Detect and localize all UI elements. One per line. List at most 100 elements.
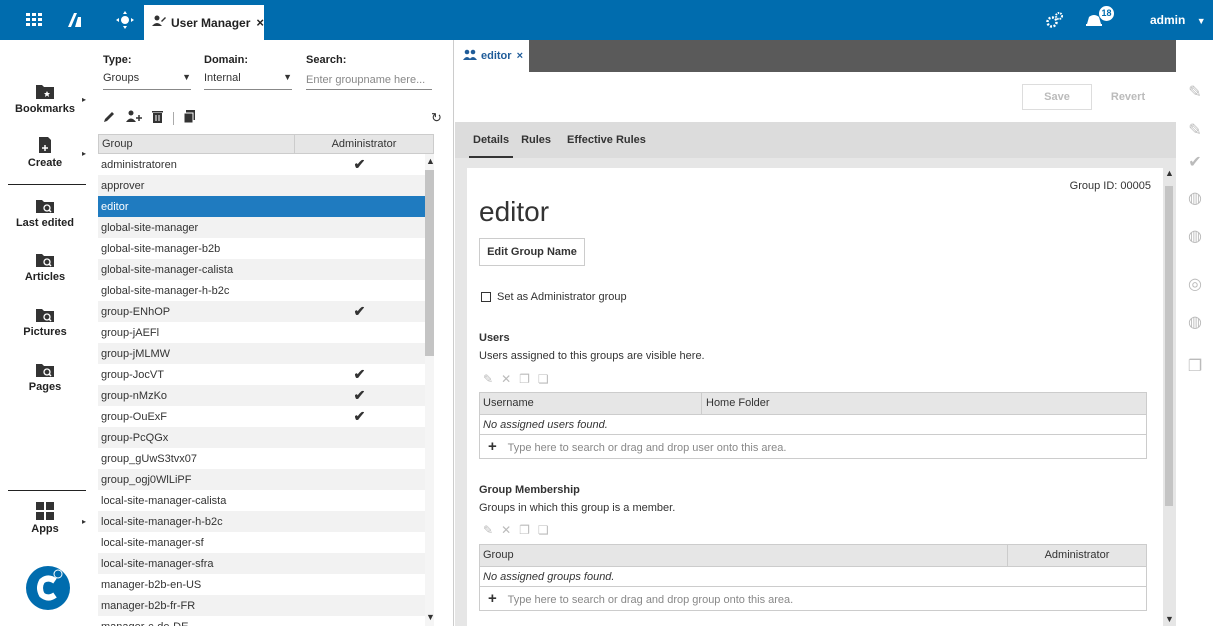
table-row[interactable]: local-site-manager-sf bbox=[98, 532, 425, 553]
copy-icon[interactable]: ❐ bbox=[1186, 356, 1204, 375]
username-column-header[interactable]: Username bbox=[480, 393, 702, 414]
notification-count-badge: 18 bbox=[1099, 6, 1114, 21]
edit-pencil-icon[interactable]: ✎ bbox=[483, 372, 493, 386]
nav-last-edited[interactable]: Last edited bbox=[0, 198, 90, 229]
table-row[interactable]: group-jAEFl bbox=[98, 322, 425, 343]
tab-details[interactable]: Details bbox=[469, 122, 514, 158]
search-label: Search: bbox=[306, 54, 347, 66]
tab-effective-rules[interactable]: Effective Rules bbox=[559, 122, 654, 158]
table-row[interactable]: group-PcQGx bbox=[98, 427, 425, 448]
table-row[interactable]: local-site-manager-sfra bbox=[98, 553, 425, 574]
administrator-column-header[interactable]: Administrator bbox=[1008, 545, 1146, 566]
table-row[interactable]: group-OuExF ✔ bbox=[98, 406, 425, 427]
group-table-header: Group Administrator bbox=[98, 134, 434, 154]
membership-drop-area[interactable]: + Type here to search or drag and drop g… bbox=[480, 586, 1146, 610]
table-row[interactable]: approver bbox=[98, 175, 425, 196]
globe-withdraw-icon[interactable]: ◍ bbox=[1186, 312, 1204, 331]
group-name-cell: editor bbox=[101, 200, 129, 213]
group-name-cell: group-nMzKo bbox=[101, 389, 168, 402]
table-row[interactable]: global-site-manager bbox=[98, 217, 425, 238]
user-manager-tab[interactable]: User Manager × bbox=[144, 5, 264, 40]
group-column-header[interactable]: Group bbox=[99, 135, 295, 153]
close-tab-icon[interactable]: × bbox=[256, 15, 264, 30]
create-expand-icon[interactable]: ▸ bbox=[82, 149, 86, 158]
admin-group-checkbox[interactable]: Set as Administrator group bbox=[481, 291, 627, 303]
domain-select[interactable]: Internal ▼ bbox=[204, 72, 292, 90]
group-search-input[interactable] bbox=[306, 70, 432, 90]
copy-document-icon[interactable]: ❐ bbox=[519, 372, 530, 386]
home-folder-column-header[interactable]: Home Folder bbox=[702, 393, 770, 414]
scroll-up-icon[interactable]: ▲ bbox=[1165, 168, 1174, 178]
paste-document-icon[interactable]: ❏ bbox=[538, 372, 549, 386]
administrator-column-header[interactable]: Administrator bbox=[295, 135, 433, 153]
group-name-cell: global-site-manager-h-b2c bbox=[101, 284, 230, 297]
table-row[interactable]: editor bbox=[98, 196, 425, 217]
refresh-icon[interactable]: ↻ bbox=[431, 110, 442, 126]
edit-group-name-button[interactable]: Edit Group Name bbox=[479, 238, 585, 266]
nav-bookmarks[interactable]: Bookmarks bbox=[0, 82, 90, 115]
user-menu[interactable]: admin ▼ bbox=[1150, 0, 1206, 40]
scrollbar-thumb[interactable] bbox=[1165, 186, 1173, 506]
group-column-header[interactable]: Group bbox=[480, 545, 1008, 566]
remove-icon[interactable]: ✕ bbox=[501, 523, 511, 537]
delete-trash-icon[interactable] bbox=[152, 110, 163, 126]
app-grid-icon[interactable] bbox=[22, 0, 46, 40]
table-row[interactable]: administratoren ✔ bbox=[98, 154, 425, 175]
settings-gears-icon[interactable] bbox=[1043, 0, 1067, 40]
revert-button[interactable]: Revert bbox=[1093, 84, 1163, 110]
table-row[interactable]: local-site-manager-calista bbox=[98, 490, 425, 511]
edit-rights-icon[interactable]: ✎ bbox=[1186, 82, 1204, 101]
table-row[interactable]: manager-b2b-fr-FR bbox=[98, 595, 425, 616]
checkbox-box[interactable] bbox=[481, 292, 491, 302]
users-table: Username Home Folder No assigned users f… bbox=[479, 392, 1147, 459]
table-row[interactable]: global-site-manager-b2b bbox=[98, 238, 425, 259]
table-row[interactable]: group-nMzKo ✔ bbox=[98, 385, 425, 406]
globe-publish-icon[interactable]: ◍ bbox=[1186, 226, 1204, 245]
nav-articles[interactable]: Articles bbox=[0, 252, 90, 283]
table-row[interactable]: group_ogj0WlLiPF bbox=[98, 469, 425, 490]
nav-pages[interactable]: Pages bbox=[0, 362, 90, 393]
apps-expand-icon[interactable]: ▸ bbox=[82, 517, 86, 526]
table-row[interactable]: manager-c-de-DE bbox=[98, 616, 425, 626]
table-row[interactable]: group_gUwS3tvx07 bbox=[98, 448, 425, 469]
tab-rules[interactable]: Rules bbox=[513, 122, 559, 158]
nav-create[interactable]: Create bbox=[0, 136, 90, 169]
paste-document-icon[interactable]: ❏ bbox=[538, 523, 549, 537]
close-tab-icon[interactable]: × bbox=[517, 50, 523, 62]
save-button[interactable]: Save bbox=[1022, 84, 1092, 110]
group-name-cell: group_ogj0WlLiPF bbox=[101, 473, 192, 486]
navigation-compass-icon[interactable] bbox=[114, 0, 136, 40]
type-select[interactable]: Groups ▼ bbox=[103, 72, 191, 90]
edit-pencil-icon[interactable]: ✎ bbox=[483, 523, 493, 537]
scroll-down-icon[interactable]: ▼ bbox=[1165, 614, 1174, 624]
group-name-cell: manager-b2b-en-US bbox=[101, 578, 202, 591]
table-row[interactable]: local-site-manager-h-b2c bbox=[98, 511, 425, 532]
table-row[interactable]: group-jMLMW bbox=[98, 343, 425, 364]
copy-document-icon[interactable] bbox=[183, 110, 195, 126]
table-row[interactable]: group-ENhOP ✔ bbox=[98, 301, 425, 322]
users-drop-area[interactable]: + Type here to search or drag and drop u… bbox=[480, 434, 1146, 458]
scroll-down-icon[interactable]: ▼ bbox=[426, 612, 435, 622]
globe-icon[interactable]: ◍ bbox=[1186, 188, 1204, 207]
remove-icon[interactable]: ✕ bbox=[501, 372, 511, 386]
approve-check-icon[interactable]: ✔ bbox=[1186, 152, 1204, 171]
table-row[interactable]: manager-b2b-en-US bbox=[98, 574, 425, 595]
details-scrollbar[interactable]: ▲ ▼ bbox=[1164, 168, 1174, 626]
table-row[interactable]: group-JocVT ✔ bbox=[98, 364, 425, 385]
users-toolbar: ✎ ✕ ❐ ❏ bbox=[483, 372, 549, 386]
edit-pencil-icon[interactable] bbox=[103, 110, 116, 126]
nav-pictures[interactable]: Pictures bbox=[0, 307, 90, 338]
detail-tabs: Details Rules Effective Rules bbox=[455, 122, 1176, 158]
remove-rights-icon[interactable]: ✎ bbox=[1186, 120, 1204, 139]
globe-sync-icon[interactable]: ◎ bbox=[1186, 274, 1204, 293]
table-row[interactable]: global-site-manager-calista bbox=[98, 259, 425, 280]
nav-apps[interactable]: Apps bbox=[0, 502, 90, 535]
group-list-scrollbar[interactable]: ▲ ▼ bbox=[425, 154, 435, 626]
bookmarks-expand-icon[interactable]: ▸ bbox=[82, 95, 86, 104]
add-group-icon[interactable] bbox=[126, 110, 142, 126]
scroll-up-icon[interactable]: ▲ bbox=[426, 156, 435, 166]
table-row[interactable]: global-site-manager-h-b2c bbox=[98, 280, 425, 301]
scrollbar-thumb[interactable] bbox=[425, 170, 434, 356]
copy-document-icon[interactable]: ❐ bbox=[519, 523, 530, 537]
editor-tab[interactable]: editor × bbox=[455, 40, 529, 72]
